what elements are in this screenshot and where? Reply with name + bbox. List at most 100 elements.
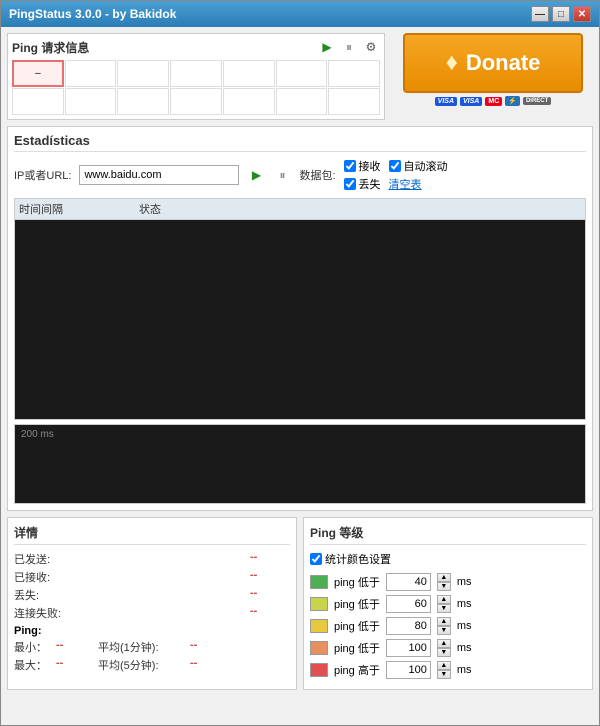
lose-checkbox-row: 丢失 <box>344 176 381 192</box>
level-desc-0: ping 低于 <box>334 574 380 590</box>
spinner-1: ▲ ▼ <box>437 595 451 613</box>
titlebar: PingStatus 3.0.0 - by Bakidok — □ ✕ <box>1 1 599 27</box>
spin-down-4[interactable]: ▼ <box>437 670 451 679</box>
stats-table-header: 时间间隔 状态 <box>14 198 586 220</box>
spin-down-0[interactable]: ▼ <box>437 582 451 591</box>
level-unit-0: ms <box>457 576 472 588</box>
maximize-button[interactable]: □ <box>552 6 570 22</box>
ping-cell-value: – <box>35 68 41 79</box>
level-input-3[interactable] <box>386 639 431 657</box>
level-input-0[interactable] <box>386 573 431 591</box>
level-input-1[interactable] <box>386 595 431 613</box>
stats-play-button[interactable]: ▶ <box>247 166 265 184</box>
spin-up-4[interactable]: ▲ <box>437 661 451 670</box>
lose-checkbox[interactable] <box>344 178 356 190</box>
ip-label: IP或者URL: <box>14 167 71 183</box>
stat-color-checkbox[interactable] <box>310 553 322 565</box>
payment-icons: VISA VISA MC ⚡ DIRECT <box>435 96 552 106</box>
level-unit-4: ms <box>457 664 472 676</box>
avg5-label: 平均(5分钟): <box>98 657 188 673</box>
ping-cell <box>65 88 117 115</box>
ping-max-row: 最大： -- 平均(5分钟): -- <box>14 657 290 673</box>
spin-up-1[interactable]: ▲ <box>437 595 451 604</box>
details-panel: 详情 已发送: -- 已接收: -- 丢失: -- 连接失败: -- Pin <box>7 517 297 690</box>
ping-section-title: Ping 请求信息 <box>12 39 89 56</box>
level-desc-4: ping 高于 <box>334 662 380 678</box>
donate-section: ♦ Donate VISA VISA MC ⚡ DIRECT <box>393 33 593 120</box>
ping-cell <box>328 88 380 115</box>
col-time-header: 时间间隔 <box>19 201 139 217</box>
stats-title: Estadísticas <box>14 133 586 152</box>
level-input-4[interactable] <box>386 661 431 679</box>
spin-down-2[interactable]: ▼ <box>437 626 451 635</box>
ping-section-header: Ping 请求信息 ▶ ⏸ ⚙ <box>12 38 380 56</box>
spin-up-0[interactable]: ▲ <box>437 573 451 582</box>
titlebar-buttons: — □ ✕ <box>531 6 591 22</box>
level-input-2[interactable] <box>386 617 431 635</box>
close-button[interactable]: ✕ <box>573 6 591 22</box>
ping-request-section: Ping 请求信息 ▶ ⏸ ⚙ – <box>7 33 385 120</box>
auto-group: 自动滚动 清空表 <box>389 158 448 192</box>
stats-table-body <box>14 220 586 420</box>
ping-cell <box>117 88 169 115</box>
ping-cell <box>117 60 169 87</box>
lost-row: 丢失: -- <box>14 587 290 603</box>
spin-up-2[interactable]: ▲ <box>437 617 451 626</box>
bottom-section: 详情 已发送: -- 已接收: -- 丢失: -- 连接失败: -- Pin <box>7 517 593 690</box>
auto-scroll-checkbox[interactable] <box>389 160 401 172</box>
conn-fail-row: 连接失败: -- <box>14 605 290 621</box>
max-value: -- <box>56 657 96 673</box>
level-unit-3: ms <box>457 642 472 654</box>
ping-level-rows: ping 低于 ▲ ▼ ms ping 低于 ▲ ▼ ms ping 低于 ▲ … <box>310 573 586 679</box>
chart-label: 200 ms <box>21 429 54 440</box>
ping-cell <box>276 60 328 87</box>
ping-levels-title: Ping 等级 <box>310 524 586 545</box>
minimize-button[interactable]: — <box>531 6 549 22</box>
level-desc-3: ping 低于 <box>334 640 380 656</box>
sent-value: -- <box>250 551 290 567</box>
ping-cell <box>170 88 222 115</box>
level-desc-2: ping 低于 <box>334 618 380 634</box>
ping-toolbar: ▶ ⏸ ⚙ <box>318 38 380 56</box>
mastercard-icon: MC <box>485 97 502 106</box>
col-status-header: 状态 <box>139 201 581 217</box>
level-desc-1: ping 低于 <box>334 596 380 612</box>
avg1-label: 平均(1分钟): <box>98 639 188 655</box>
ping-cell <box>12 88 64 115</box>
ping-level-row: ping 低于 ▲ ▼ ms <box>310 595 586 613</box>
chart-area: 200 ms <box>14 424 586 504</box>
level-color-box-2 <box>310 619 328 633</box>
direct-icon: DIRECT <box>523 97 551 105</box>
lost-label: 丢失: <box>14 587 84 603</box>
ping-play-button[interactable]: ▶ <box>318 38 336 56</box>
ping-cell <box>223 88 275 115</box>
spin-up-3[interactable]: ▲ <box>437 639 451 648</box>
clear-link[interactable]: 清空表 <box>389 176 422 192</box>
visa-icon-1: VISA <box>435 97 457 106</box>
receive-checkbox[interactable] <box>344 160 356 172</box>
ping-cell <box>276 88 328 115</box>
main-content: Ping 请求信息 ▶ ⏸ ⚙ – <box>1 27 599 725</box>
stats-pause-button[interactable]: ⏸ <box>273 166 291 184</box>
stat-color-row: 统计颜色设置 <box>310 551 586 567</box>
spin-down-3[interactable]: ▼ <box>437 648 451 657</box>
ping-settings-button[interactable]: ⚙ <box>362 38 380 56</box>
auto-scroll-row: 自动滚动 <box>389 158 448 174</box>
received-value: -- <box>250 569 290 585</box>
stat-color-label: 统计颜色设置 <box>325 551 391 567</box>
avg1-value: -- <box>190 639 230 655</box>
level-unit-1: ms <box>457 598 472 610</box>
ping-cell <box>223 60 275 87</box>
spin-down-1[interactable]: ▼ <box>437 604 451 613</box>
window-title: PingStatus 3.0.0 - by Bakidok <box>9 7 176 21</box>
donate-button[interactable]: ♦ Donate <box>403 33 583 93</box>
sent-label: 已发送: <box>14 551 84 567</box>
ping-pause-button[interactable]: ⏸ <box>340 38 358 56</box>
min-value: -- <box>56 639 96 655</box>
amex-icon: ⚡ <box>505 96 520 106</box>
spinner-0: ▲ ▼ <box>437 573 451 591</box>
ip-input[interactable] <box>79 165 239 185</box>
receive-label: 接收 <box>359 158 381 174</box>
level-color-box-3 <box>310 641 328 655</box>
packets-label: 数据包: <box>299 167 335 183</box>
